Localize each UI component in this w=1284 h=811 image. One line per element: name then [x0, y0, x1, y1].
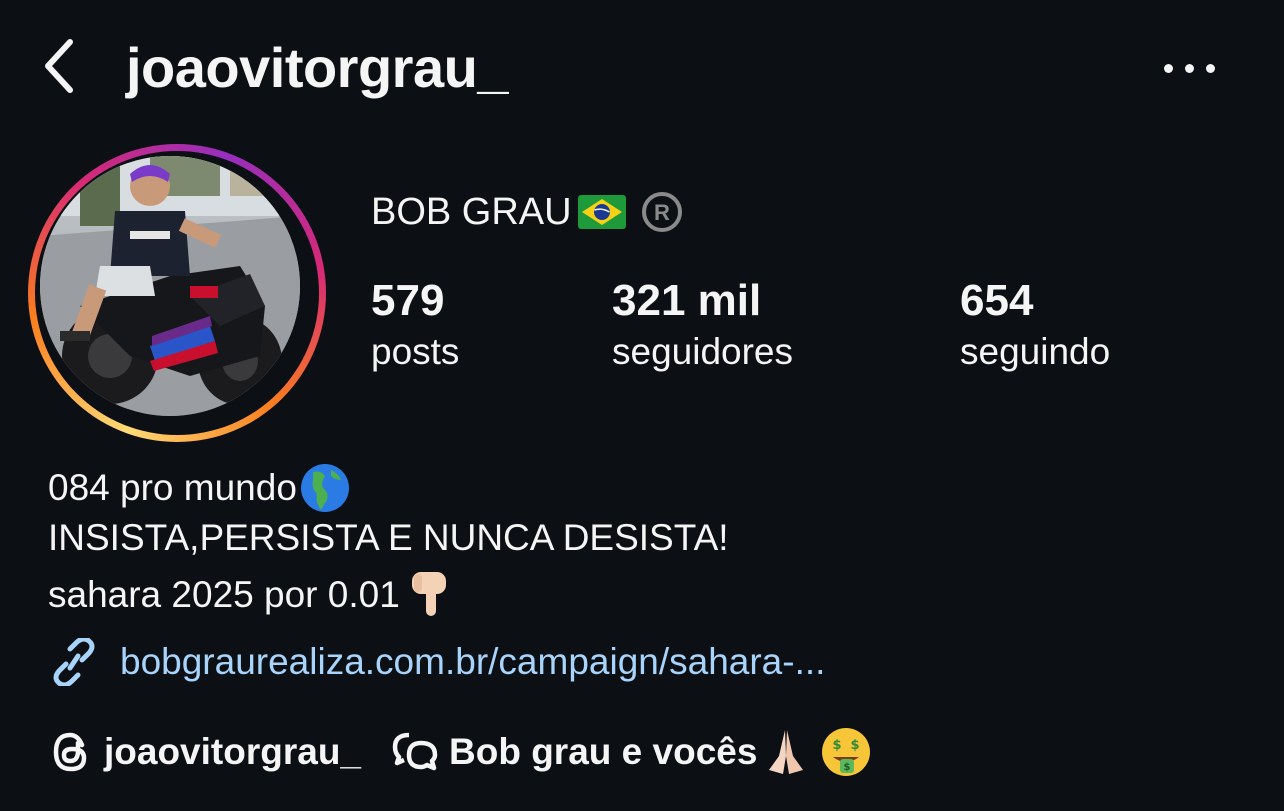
- bio-link[interactable]: bobgraurealiza.com.br/campaign/sahara-..…: [48, 638, 825, 686]
- globe-americas-icon: [300, 464, 349, 512]
- profile-username-title: joaovitorgrau_: [126, 36, 508, 99]
- chevron-left-icon: [45, 39, 73, 93]
- display-name-row: BOB GRAU R: [371, 190, 684, 234]
- threads-icon: [53, 732, 87, 772]
- bio-line-3-text: sahara 2025 por 0.01: [48, 574, 400, 615]
- channel-name: Bob grau e vocês: [449, 731, 758, 772]
- stat-following-value: 654: [960, 276, 1034, 325]
- broadcast-chat-icon: [392, 732, 438, 771]
- stat-posts-value: 579: [371, 276, 445, 325]
- stat-posts-label: posts: [371, 331, 460, 372]
- brazil-flag-icon: [577, 195, 626, 229]
- link-icon: [53, 638, 95, 686]
- more-horizontal-icon: [1163, 63, 1173, 73]
- stat-following-label: seguindo: [960, 331, 1111, 372]
- money-mouth-face-icon: $ $ $: [822, 728, 871, 776]
- avatar: [40, 156, 300, 416]
- stat-followers-value: 321 mil: [612, 276, 762, 325]
- threads-profile-chip[interactable]: joaovitorgrau_: [48, 729, 361, 775]
- bio-link-text: bobgraurealiza.com.br/campaign/sahara-..…: [120, 641, 826, 682]
- svg-text:$: $: [851, 738, 860, 753]
- broadcast-channel-chip[interactable]: Bob grau e vocês $ $ $: [391, 725, 873, 779]
- display-name: BOB GRAU: [371, 191, 572, 233]
- more-dot: [1205, 63, 1215, 73]
- bio-line-1-text: 084 pro mundo: [48, 467, 297, 508]
- stat-followers[interactable]: 321 mil seguidores: [612, 278, 793, 376]
- stat-followers-label: seguidores: [612, 331, 794, 372]
- more-dot: [1184, 63, 1194, 73]
- more-options-button[interactable]: [1156, 48, 1222, 88]
- threads-handle: joaovitorgrau_: [104, 731, 361, 772]
- bio-line-3: sahara 2025 por 0.01: [48, 570, 452, 620]
- stat-following[interactable]: 654 seguindo: [960, 278, 1110, 376]
- svg-text:$: $: [833, 738, 842, 753]
- bio-line-1: 084 pro mundo: [48, 462, 351, 514]
- svg-text:$: $: [844, 762, 851, 773]
- svg-text:R: R: [654, 200, 670, 225]
- registered-mark-icon: R: [641, 192, 682, 232]
- stat-posts[interactable]: 579 posts: [371, 278, 459, 376]
- folded-hands-icon: [769, 730, 804, 774]
- avatar-story-ring[interactable]: [28, 144, 326, 442]
- profile-extras-row: joaovitorgrau_ Bob grau e vocês $ $ $: [48, 726, 873, 778]
- pointing-down-hand-icon: [411, 572, 446, 616]
- avatar-photo-illustration: [40, 156, 300, 416]
- back-button[interactable]: [30, 30, 90, 102]
- bio-line-2: INSISTA,PERSISTA E NUNCA DESISTA!: [48, 517, 729, 558]
